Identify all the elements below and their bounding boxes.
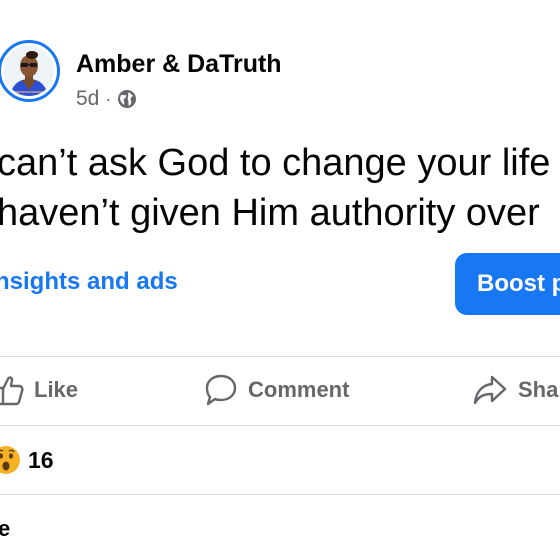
divider [0, 494, 560, 495]
wow-emoji-icon [0, 444, 22, 476]
reaction-summary[interactable]: 16 [0, 444, 54, 476]
like-label: Like [34, 377, 79, 402]
thumbs-up-icon [0, 374, 24, 406]
globe-icon[interactable] [117, 89, 137, 109]
divider [0, 425, 560, 426]
comment-button[interactable]: Comment [204, 370, 349, 410]
share-label: Sha [518, 377, 559, 402]
facebook-post: Amber & DaTruth 5d · can’t ask God to ch… [0, 0, 560, 560]
post-text-line: can’t ask God to change your life [0, 142, 551, 184]
post-meta: 5d · [76, 87, 137, 111]
author-avatar-story-ring[interactable] [0, 40, 60, 102]
author-name[interactable]: Amber & DaTruth [76, 50, 282, 79]
meta-separator: · [105, 88, 112, 109]
post-text: can’t ask God to change your life haven’… [0, 138, 560, 238]
footer-text: e [0, 516, 11, 541]
comment-label: Comment [248, 377, 350, 402]
post-time[interactable]: 5d [76, 87, 99, 111]
avatar [4, 46, 54, 96]
share-button[interactable]: Sha [472, 370, 558, 410]
like-button[interactable]: Like [0, 370, 78, 410]
avatar-image [4, 46, 54, 96]
boost-post-button[interactable]: Boost p [455, 253, 560, 315]
comment-bubble-icon [204, 373, 238, 407]
reaction-count: 16 [28, 446, 54, 473]
share-arrow-icon [472, 373, 508, 407]
divider [0, 356, 560, 357]
post-text-line: haven’t given Him authority over [0, 192, 540, 234]
insights-and-ads-link[interactable]: nsights and ads [0, 268, 178, 296]
